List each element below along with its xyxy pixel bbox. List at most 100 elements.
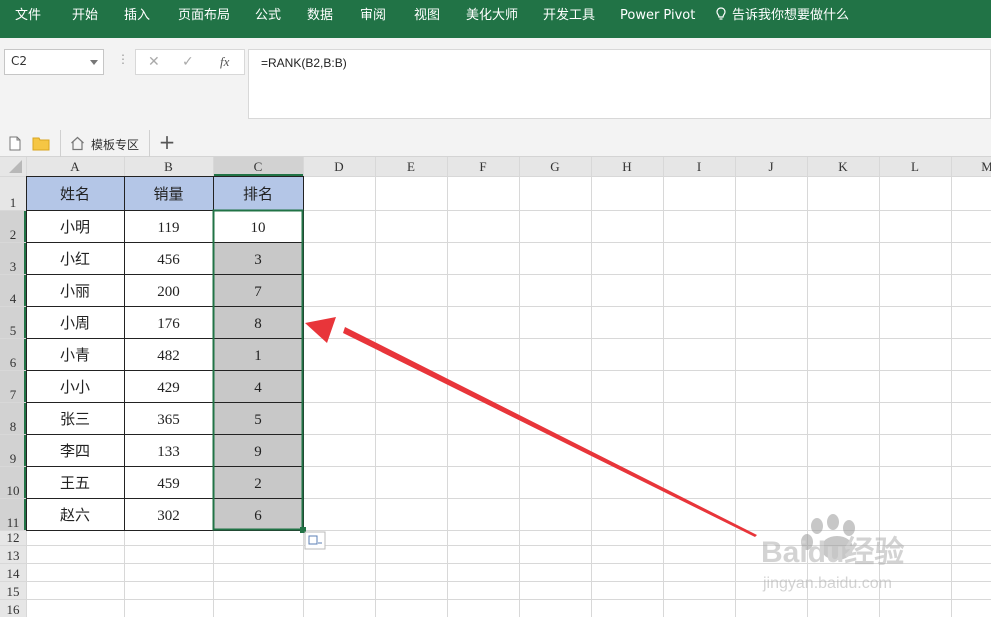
annotation-arrow-shaft <box>343 327 757 537</box>
watermark-brand: Baidu经验 <box>761 535 904 569</box>
confirm-icon[interactable]: ✓ <box>182 54 194 70</box>
name-cell[interactable]: 李四 <box>60 442 90 460</box>
row-header-2[interactable]: 2 <box>10 227 17 242</box>
row-header-6[interactable]: 6 <box>10 355 17 370</box>
sales-cell[interactable]: 119 <box>158 220 180 236</box>
row-header-12[interactable]: 12 <box>7 530 20 545</box>
menu-home[interactable]: 开始 <box>72 0 98 32</box>
menu-formulas[interactable]: 公式 <box>255 0 281 32</box>
sales-cell[interactable]: 200 <box>157 284 180 300</box>
rank-cell[interactable]: 7 <box>254 284 262 300</box>
tab-template-zone[interactable]: 模板专区 <box>60 130 150 157</box>
formula-input[interactable]: =RANK(B2,B:B) <box>248 49 991 119</box>
name-cell[interactable]: 小丽 <box>60 282 90 300</box>
column-header-i[interactable]: I <box>697 159 701 174</box>
rank-cell[interactable]: 2 <box>254 476 262 492</box>
column-header-d[interactable]: D <box>334 159 343 174</box>
column-header-g[interactable]: G <box>550 159 559 174</box>
insert-function-icon[interactable]: fx <box>220 54 229 70</box>
column-header-c[interactable]: C <box>254 159 263 174</box>
name-box[interactable]: C2 <box>4 49 104 75</box>
column-header-l[interactable]: L <box>911 159 919 174</box>
rank-cell[interactable]: 6 <box>254 508 262 524</box>
name-cell[interactable]: 小红 <box>60 250 90 268</box>
row-header-8[interactable]: 8 <box>10 419 17 434</box>
header-cell[interactable]: 销量 <box>153 185 183 203</box>
sales-cell[interactable]: 176 <box>157 316 180 332</box>
rank-cell[interactable]: 3 <box>254 252 262 268</box>
menu-data[interactable]: 数据 <box>307 0 333 32</box>
menu-insert[interactable]: 插入 <box>124 0 150 32</box>
name-cell[interactable]: 小小 <box>60 378 90 396</box>
sales-cell[interactable]: 456 <box>157 252 180 268</box>
annotation-arrow-head <box>305 317 336 343</box>
tell-me-search[interactable]: 告诉我你想要做什么 <box>716 0 849 32</box>
tell-me-text: 告诉我你想要做什么 <box>732 8 850 23</box>
rank-cell[interactable]: 1 <box>254 348 262 364</box>
rank-cell[interactable]: 5 <box>254 412 262 428</box>
sales-cell[interactable]: 133 <box>157 444 180 460</box>
column-header-b[interactable]: B <box>164 159 173 174</box>
row-header-10[interactable]: 10 <box>7 483 20 498</box>
formula-buttons: ✕ ✓ fx <box>135 49 245 75</box>
menu-beautify[interactable]: 美化大师 <box>466 0 518 32</box>
menu-power-pivot[interactable]: Power Pivot <box>620 0 695 32</box>
column-header-m[interactable]: M <box>981 159 991 174</box>
name-cell[interactable]: 赵六 <box>60 506 90 524</box>
column-header-k[interactable]: K <box>838 159 848 174</box>
header-cell[interactable]: 排名 <box>243 185 273 203</box>
column-header-h[interactable]: H <box>622 159 631 174</box>
header-cell[interactable]: 姓名 <box>60 185 90 203</box>
column-header-f[interactable]: F <box>479 159 486 174</box>
tab-strip: 模板专区 + <box>0 130 991 157</box>
rank-cell[interactable]: 9 <box>254 444 262 460</box>
add-tab-icon[interactable]: + <box>156 132 178 154</box>
formula-bar-area: C2 ⋮ ✕ ✓ fx =RANK(B2,B:B) <box>0 38 991 130</box>
row-header-5[interactable]: 5 <box>10 323 17 338</box>
menu-page-layout[interactable]: 页面布局 <box>178 0 230 32</box>
name-cell[interactable]: 张三 <box>60 410 90 428</box>
rank-cell[interactable]: 4 <box>254 380 262 396</box>
row-header-11[interactable]: 11 <box>7 515 20 530</box>
name-cell[interactable]: 小周 <box>60 314 90 332</box>
menu-developer[interactable]: 开发工具 <box>543 0 595 32</box>
sales-cell[interactable]: 459 <box>157 476 180 492</box>
column-header-e[interactable]: E <box>407 159 415 174</box>
name-cell[interactable]: 小明 <box>60 218 90 236</box>
cancel-icon[interactable]: ✕ <box>148 54 160 70</box>
new-document-icon[interactable] <box>9 136 21 151</box>
name-box-value: C2 <box>11 54 28 68</box>
ribbon-menu-bar: 文件 开始 插入 页面布局 公式 数据 审阅 视图 美化大师 开发工具 Powe… <box>0 0 991 38</box>
rank-cell[interactable]: 8 <box>254 316 262 332</box>
chevron-down-icon[interactable] <box>90 60 98 65</box>
row-header-13[interactable]: 13 <box>7 548 20 563</box>
row-header-15[interactable]: 15 <box>7 584 20 599</box>
row-header-9[interactable]: 9 <box>10 451 17 466</box>
sales-cell[interactable]: 365 <box>157 412 180 428</box>
column-header-j[interactable]: J <box>768 159 773 174</box>
quick-analysis-button[interactable] <box>304 531 326 550</box>
column-header-a[interactable]: A <box>70 159 80 174</box>
name-cell[interactable]: 小青 <box>60 346 90 364</box>
lightbulb-icon <box>716 7 726 20</box>
drag-handle-icon[interactable]: ⋮ <box>117 52 129 66</box>
watermark-url: jingyan.baidu.com <box>762 575 892 592</box>
menu-file[interactable]: 文件 <box>15 0 41 32</box>
row-header-1[interactable]: 1 <box>10 195 17 210</box>
sales-cell[interactable]: 482 <box>157 348 180 364</box>
sales-cell[interactable]: 429 <box>157 380 180 396</box>
row-header-3[interactable]: 3 <box>10 259 17 274</box>
folder-icon[interactable] <box>32 136 50 151</box>
sales-cell[interactable]: 302 <box>157 508 180 524</box>
template-tab-label: 模板专区 <box>91 138 140 152</box>
row-header-14[interactable]: 14 <box>7 566 21 581</box>
row-header-7[interactable]: 7 <box>10 387 17 402</box>
row-header-16[interactable]: 16 <box>7 602 21 617</box>
menu-view[interactable]: 视图 <box>414 0 440 32</box>
formula-text: =RANK(B2,B:B) <box>261 56 347 70</box>
row-header-4[interactable]: 4 <box>10 291 17 306</box>
rank-cell[interactable]: 10 <box>251 220 266 236</box>
name-cell[interactable]: 王五 <box>60 474 90 492</box>
menu-review[interactable]: 审阅 <box>360 0 386 32</box>
home-icon <box>71 136 84 151</box>
